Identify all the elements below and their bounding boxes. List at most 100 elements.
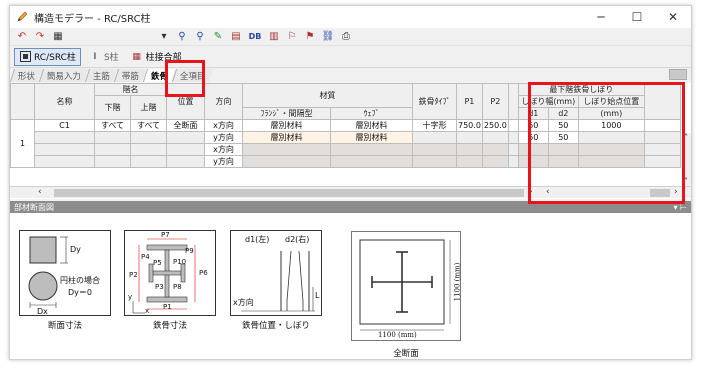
section-panel-title: 部材断面図 [14,202,54,212]
p1-cell[interactable] [456,143,483,156]
web-cell[interactable] [330,143,413,156]
x-direction-label: x方向 [233,298,254,307]
name-cell[interactable] [34,143,95,156]
lower-cell[interactable] [94,155,131,168]
name-cell[interactable] [34,155,95,168]
direction-cell: x方向 [204,143,243,156]
position-cell[interactable] [166,131,205,144]
upper-cell[interactable] [130,131,167,144]
minimize-button[interactable]: ─ [583,6,619,28]
p5-label: P5 [153,259,162,267]
steel-dimension-caption: 鉄骨寸法 [152,321,187,331]
scroll-left-icon[interactable]: ‹ [38,187,42,197]
section-dimension-caption: 断面寸法 [47,321,82,331]
s-column-icon: I [93,51,97,62]
steel-type-header: 鉄骨ﾀｲﾌﾟ [412,83,457,120]
web-cell[interactable] [330,155,413,168]
highlight-taper-columns [528,82,685,204]
column-icon [19,51,31,63]
flange-cell[interactable] [242,143,331,156]
tab-scroll-button[interactable] [669,69,687,80]
scroll-thumb[interactable] [54,189,524,197]
web-cell[interactable]: 層別材料 [330,131,413,144]
db-icon[interactable]: DB [246,30,264,44]
dy-label: Dy [70,245,81,254]
splitter-cell [507,119,519,132]
p6-label: P6 [199,269,208,277]
splitter-cell [507,155,519,168]
upper-cell[interactable]: すべて [130,119,167,132]
p2-cell[interactable] [481,155,509,168]
find-next-icon[interactable]: ⚲ [192,30,208,44]
copy-icon[interactable]: ▤ [228,30,244,44]
lower-cell[interactable] [94,131,131,144]
flange-cell[interactable]: 層別材料 [242,119,331,132]
edit-icon[interactable]: ✎ [210,30,226,44]
type-cell[interactable] [412,155,457,168]
s-column-button[interactable]: I S柱 [85,48,123,66]
tab-simple-input-label: 簡易入力 [47,71,82,82]
dx-label: Dx [37,307,48,316]
p4-label: P4 [141,253,150,261]
close-button[interactable]: ✕ [655,6,691,28]
web-cell[interactable]: 層別材料 [330,119,413,132]
flag-icon[interactable]: ⚑ [302,30,318,44]
type-cell[interactable] [412,131,457,144]
settings-icon[interactable]: ▦ [50,30,66,44]
maximize-button[interactable]: ☐ [619,6,655,28]
position-cell[interactable] [166,155,205,168]
y-axis-label: y [128,293,133,301]
position-cell[interactable] [166,143,205,156]
find-icon[interactable]: ⚲ [174,30,190,44]
direction-cell: y方向 [204,155,243,168]
tab-main-rebar[interactable]: 主筋 [84,69,118,82]
upper-cell[interactable] [130,155,167,168]
type-cell[interactable]: 十字形 [412,119,457,132]
p7-label: P7 [161,231,170,239]
upper-cell[interactable] [130,143,167,156]
lower-cell[interactable] [94,143,131,156]
table-icon[interactable]: ▥ [266,30,282,44]
p1-cell[interactable] [456,155,483,168]
row-number[interactable]: 1 [10,119,35,168]
tab-hoop[interactable]: 帯筋 [113,69,147,82]
p2-cell[interactable] [481,131,509,144]
d2-right-label: d2(右) [285,235,310,244]
flange-cell[interactable]: 層別材料 [242,131,331,144]
splitter-cell [507,131,519,144]
p2-cell[interactable]: 250.0 [481,119,509,132]
flange-cell[interactable] [242,155,331,168]
section-dimension-diagram: Dy 円柱の場合 Dy＝0 Dx [19,230,111,316]
name-cell[interactable]: C1 [34,119,95,132]
member-toolbar: RC/SRC柱 I S柱 ▦ 柱接合部 [10,46,691,68]
type-cell[interactable] [412,143,457,156]
p1-header: P1 [456,83,483,120]
tab-shape-label: 形状 [18,71,36,82]
p2-header: P2 [481,83,509,120]
steel-dimension-diagram: P7 P4 P5 P9 P10 P6 P2 P3 P8 P1 y x [124,230,216,316]
lower-cell[interactable]: すべて [94,119,131,132]
p1-cell[interactable]: 750.0 [456,119,483,132]
title-bar: 構造モデラー - RC/SRC柱 ─ ☐ ✕ [10,6,691,28]
name-cell[interactable] [34,131,95,144]
tab-hoop-label: 帯筋 [122,71,140,82]
redo-icon[interactable]: ↷ [32,30,48,44]
direction-cell: y方向 [204,131,243,144]
dropdown-icon[interactable]: ▾ [156,30,172,44]
undo-icon[interactable]: ↶ [14,30,30,44]
position-cell[interactable]: 全断面 [166,119,205,132]
p1-cell[interactable] [456,131,483,144]
splitter [507,83,519,120]
tab-shape[interactable]: 形状 [10,69,43,82]
rc-src-column-button[interactable]: RC/SRC柱 [14,47,81,66]
p9-label: P9 [185,247,194,255]
tab-simple-input[interactable]: 簡易入力 [38,69,89,82]
flange-header: ﾌﾗﾝｼﾞ・間隔型 [242,107,331,120]
l-label: L [315,291,320,300]
print-icon[interactable]: ⎙ [338,30,354,44]
tab-main-rebar-label: 主筋 [93,71,111,82]
mark-icon[interactable]: ⚐ [284,30,300,44]
link-icon[interactable]: ⛓ [320,30,336,44]
d1-left-label: d1(左) [245,235,270,244]
p2-cell[interactable] [481,143,509,156]
